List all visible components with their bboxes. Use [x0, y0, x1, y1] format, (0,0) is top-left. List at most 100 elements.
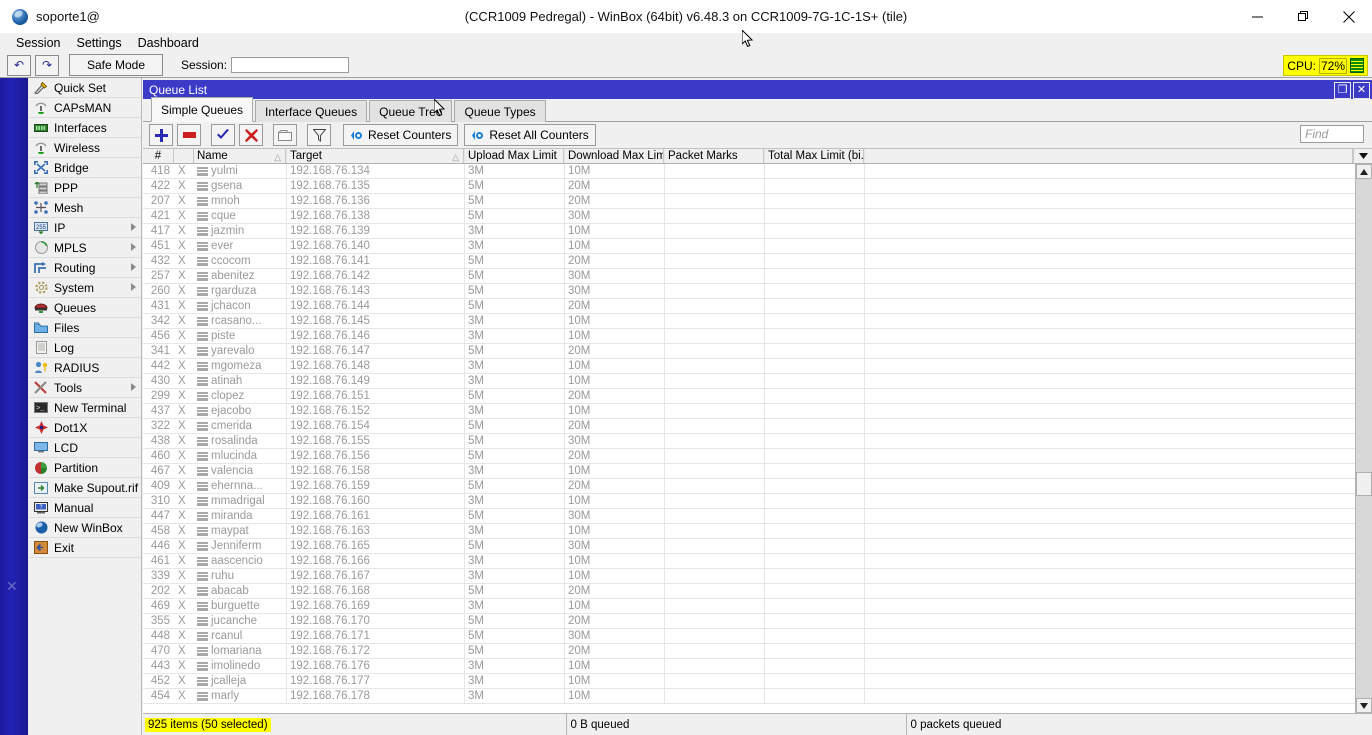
table-row[interactable]: 299Xclopez192.168.76.1515M20M: [143, 389, 1372, 404]
table-row[interactable]: 342Xrcasano...192.168.76.1453M10M: [143, 314, 1372, 329]
table-row[interactable]: 322Xcmerida192.168.76.1545M20M: [143, 419, 1372, 434]
sidebar-item-mpls[interactable]: MPLS: [28, 238, 141, 258]
sidebar-item-ip[interactable]: 255IP: [28, 218, 141, 238]
column-header-flags[interactable]: [174, 149, 194, 163]
restore-button[interactable]: [1280, 0, 1326, 33]
find-input[interactable]: Find: [1300, 125, 1364, 143]
enable-button[interactable]: [211, 124, 235, 146]
minimize-button[interactable]: [1234, 0, 1280, 33]
sidebar-item-ppp[interactable]: PPP: [28, 178, 141, 198]
table-row[interactable]: 341Xyarevalo192.168.76.1475M20M: [143, 344, 1372, 359]
table-row[interactable]: 257Xabenitez192.168.76.1425M30M: [143, 269, 1372, 284]
menu-dashboard[interactable]: Dashboard: [130, 34, 207, 52]
sidebar-item-new-winbox[interactable]: New WinBox: [28, 518, 141, 538]
sidebar-item-partition[interactable]: Partition: [28, 458, 141, 478]
sidebar-item-capsman[interactable]: CAPsMAN: [28, 98, 141, 118]
session-input[interactable]: [231, 57, 349, 73]
menu-settings[interactable]: Settings: [68, 34, 129, 52]
table-row[interactable]: 443Ximolinedo192.168.76.1763M10M: [143, 659, 1372, 674]
close-button[interactable]: [1326, 0, 1372, 33]
undo-button[interactable]: ↶: [7, 55, 31, 76]
table-row[interactable]: 451Xever192.168.76.1403M10M: [143, 239, 1372, 254]
column-header-name[interactable]: Name △: [194, 149, 286, 163]
table-row[interactable]: 438Xrosalinda192.168.76.1555M30M: [143, 434, 1372, 449]
sidebar-item-queues[interactable]: Queues: [28, 298, 141, 318]
row-name: lomariana: [194, 644, 286, 659]
sidebar-item-manual[interactable]: ?Manual: [28, 498, 141, 518]
sidebar-item-files[interactable]: Files: [28, 318, 141, 338]
table-row[interactable]: 355Xjucanche192.168.76.1705M20M: [143, 614, 1372, 629]
reset-all-counters-button[interactable]: Reset All Counters: [464, 124, 595, 146]
table-row[interactable]: 470Xlomariana192.168.76.1725M20M: [143, 644, 1372, 659]
table-row[interactable]: 467Xvalencia192.168.76.1583M10M: [143, 464, 1372, 479]
table-row[interactable]: 456Xpiste192.168.76.1463M10M: [143, 329, 1372, 344]
sidebar-item-dot1x[interactable]: Dot1X: [28, 418, 141, 438]
column-header-target[interactable]: Target △: [286, 149, 464, 163]
sidebar-item-tools[interactable]: Tools: [28, 378, 141, 398]
filter-button[interactable]: [307, 124, 331, 146]
scroll-up-button[interactable]: [1356, 164, 1372, 179]
table-row[interactable]: 310Xmmadrigal192.168.76.1603M10M: [143, 494, 1372, 509]
sidebar-item-new-terminal[interactable]: >_New Terminal: [28, 398, 141, 418]
column-header-total-max-limit[interactable]: Total Max Limit (bi...: [764, 149, 864, 163]
table-row[interactable]: 442Xmgomeza192.168.76.1483M10M: [143, 359, 1372, 374]
table-row[interactable]: 409Xehernna...192.168.76.1595M20M: [143, 479, 1372, 494]
table-row[interactable]: 437Xejacobo192.168.76.1523M10M: [143, 404, 1372, 419]
column-header-upload-max-limit[interactable]: Upload Max Limit: [464, 149, 564, 163]
sidebar-item-wireless[interactable]: Wireless: [28, 138, 141, 158]
remove-button[interactable]: [177, 124, 201, 146]
table-row[interactable]: 207Xmnoh192.168.76.1365M20M: [143, 194, 1372, 209]
scrollbar-thumb[interactable]: [1356, 472, 1372, 496]
table-vertical-scrollbar[interactable]: [1355, 164, 1372, 713]
table-row[interactable]: 448Xrcanul192.168.76.1715M30M: [143, 629, 1372, 644]
table-row[interactable]: 417Xjazmin192.168.76.1393M10M: [143, 224, 1372, 239]
column-header-index[interactable]: #: [143, 149, 174, 163]
table-row[interactable]: 202Xabacab192.168.76.1685M20M: [143, 584, 1372, 599]
scroll-down-button[interactable]: [1356, 698, 1372, 713]
add-button[interactable]: [149, 124, 173, 146]
table-row[interactable]: 454Xmarly192.168.76.1783M10M: [143, 689, 1372, 704]
comment-button[interactable]: [273, 124, 297, 146]
column-header-download-max-limit[interactable]: Download Max Limit: [564, 149, 664, 163]
sidebar-item-mesh[interactable]: Mesh: [28, 198, 141, 218]
sidebar-item-make-supout-rif[interactable]: Make Supout.rif: [28, 478, 141, 498]
sidebar-item-system[interactable]: System: [28, 278, 141, 298]
table-row[interactable]: 469Xburguette192.168.76.1693M10M: [143, 599, 1372, 614]
sidebar-item-exit[interactable]: Exit: [28, 538, 141, 558]
disable-button[interactable]: [239, 124, 263, 146]
table-row[interactable]: 260Xrgarduza192.168.76.1435M30M: [143, 284, 1372, 299]
safe-mode-button[interactable]: Safe Mode: [69, 54, 163, 76]
redo-button[interactable]: ↷: [35, 55, 59, 76]
collapse-icon[interactable]: ✕: [6, 578, 18, 595]
table-row[interactable]: 458Xmaypat192.168.76.1633M10M: [143, 524, 1372, 539]
reset-counters-button[interactable]: Reset Counters: [343, 124, 458, 146]
table-row[interactable]: 460Xmlucinda192.168.76.1565M20M: [143, 449, 1372, 464]
menu-session[interactable]: Session: [8, 34, 68, 52]
table-row[interactable]: 461Xaascencio192.168.76.1663M10M: [143, 554, 1372, 569]
sidebar-item-routing[interactable]: Routing: [28, 258, 141, 278]
queue-close-icon[interactable]: ✕: [1353, 82, 1370, 99]
sidebar-item-log[interactable]: Log: [28, 338, 141, 358]
table-row[interactable]: 418Xyulmi192.168.76.1343M10M: [143, 164, 1372, 179]
tab-interface-queues[interactable]: Interface Queues: [255, 100, 367, 122]
table-row[interactable]: 447Xmiranda192.168.76.1615M30M: [143, 509, 1372, 524]
sidebar-item-radius[interactable]: RADIUS: [28, 358, 141, 378]
table-row[interactable]: 421Xcque192.168.76.1385M30M: [143, 209, 1372, 224]
sidebar-item-quick-set[interactable]: Quick Set: [28, 78, 141, 98]
table-row[interactable]: 446XJenniferm192.168.76.1655M30M: [143, 539, 1372, 554]
tab-simple-queues[interactable]: Simple Queues: [151, 97, 253, 122]
table-row[interactable]: 422Xgsena192.168.76.1355M20M: [143, 179, 1372, 194]
table-row[interactable]: 431Xjchacon192.168.76.1445M20M: [143, 299, 1372, 314]
column-header-packet-marks[interactable]: Packet Marks: [664, 149, 764, 163]
table-row[interactable]: 452Xjcalleja192.168.76.1773M10M: [143, 674, 1372, 689]
table-row[interactable]: 339Xruhu192.168.76.1673M10M: [143, 569, 1372, 584]
sidebar-item-bridge[interactable]: Bridge: [28, 158, 141, 178]
sidebar-item-interfaces[interactable]: Interfaces: [28, 118, 141, 138]
sidebar-item-lcd[interactable]: LCD: [28, 438, 141, 458]
tab-queue-tree[interactable]: Queue Tree: [369, 100, 452, 122]
column-chooser-button[interactable]: [1353, 149, 1372, 163]
table-row[interactable]: 432Xccocom192.168.76.1415M20M: [143, 254, 1372, 269]
table-row[interactable]: 430Xatinah192.168.76.1493M10M: [143, 374, 1372, 389]
tab-queue-types[interactable]: Queue Types: [454, 100, 545, 122]
queue-restore-icon[interactable]: ❐: [1334, 82, 1351, 99]
